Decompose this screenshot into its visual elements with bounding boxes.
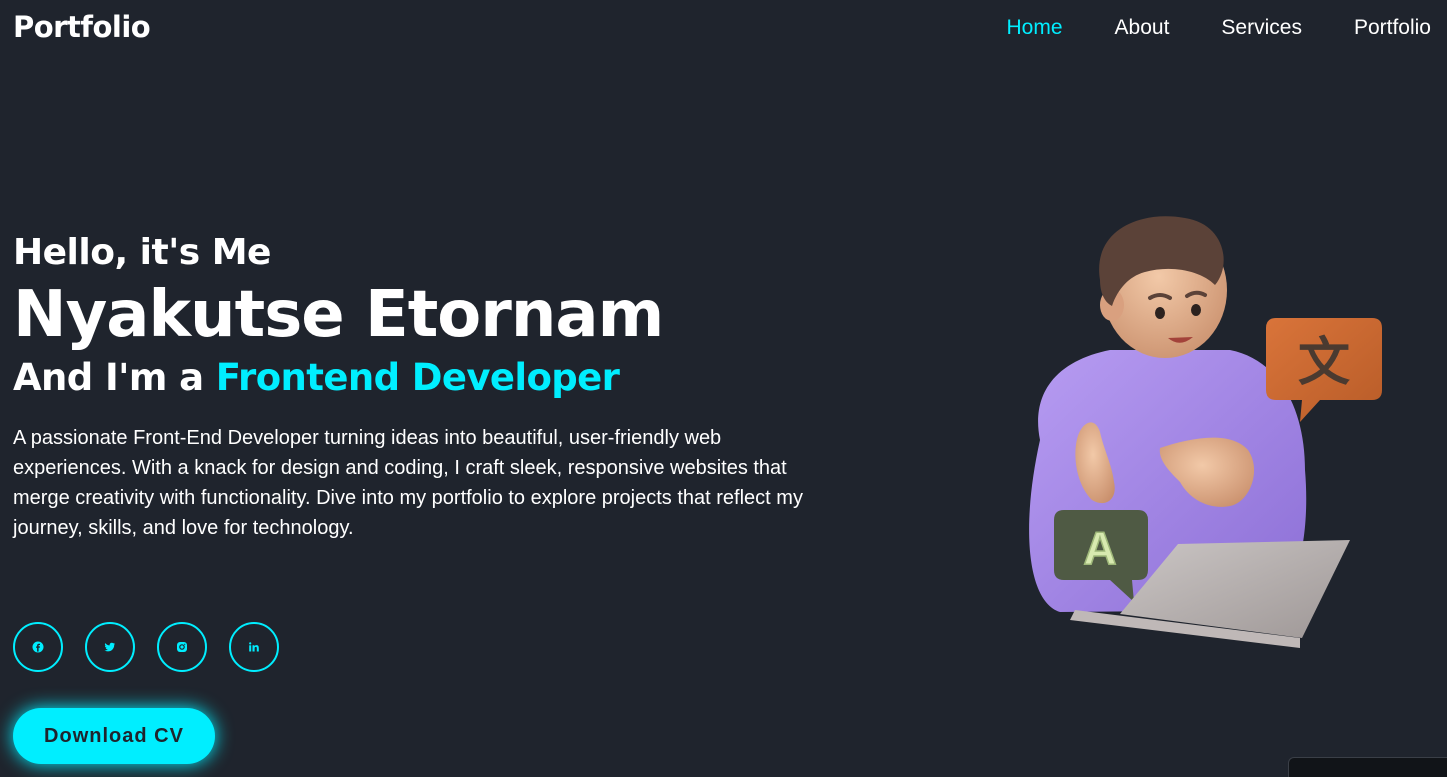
role-heading: And I'm a Frontend Developer (13, 356, 843, 399)
logo[interactable]: Portfolio (13, 10, 151, 44)
nav-about[interactable]: About (1115, 16, 1170, 40)
role-title: Frontend Developer (215, 355, 620, 399)
facebook-link[interactable] (13, 622, 63, 672)
instagram-link[interactable] (157, 622, 207, 672)
letter-a-glyph: A (1083, 522, 1116, 574)
facebook-icon (32, 641, 44, 653)
download-cv-button[interactable]: Download CV (13, 708, 215, 764)
main-nav: Home About Services Portfolio (955, 16, 1432, 40)
hero-description: A passionate Front-End Developer turning… (13, 426, 803, 539)
social-links (13, 622, 301, 672)
linkedin-icon (249, 642, 259, 652)
translate-glyph: 文 (1298, 333, 1350, 393)
nav-portfolio[interactable]: Portfolio (1354, 16, 1431, 40)
greeting-heading: Hello, it's Me (13, 232, 271, 273)
twitter-link[interactable] (85, 622, 135, 672)
site-header: Portfolio Home About Services Portfolio (0, 0, 1447, 60)
corner-overlay (1288, 757, 1447, 777)
nav-home[interactable]: Home (1007, 16, 1063, 40)
hero-content: Hello, it's Me Nyakutse Etornam And I'm … (13, 232, 843, 543)
twitter-icon (104, 642, 115, 652)
name-heading: Nyakutse Etornam (13, 278, 664, 352)
nav-services[interactable]: Services (1221, 16, 1302, 40)
role-prefix: And I'm a (13, 355, 216, 399)
linkedin-link[interactable] (229, 622, 279, 672)
developer-illustration: 文 A (1029, 216, 1382, 648)
instagram-icon (177, 642, 187, 652)
